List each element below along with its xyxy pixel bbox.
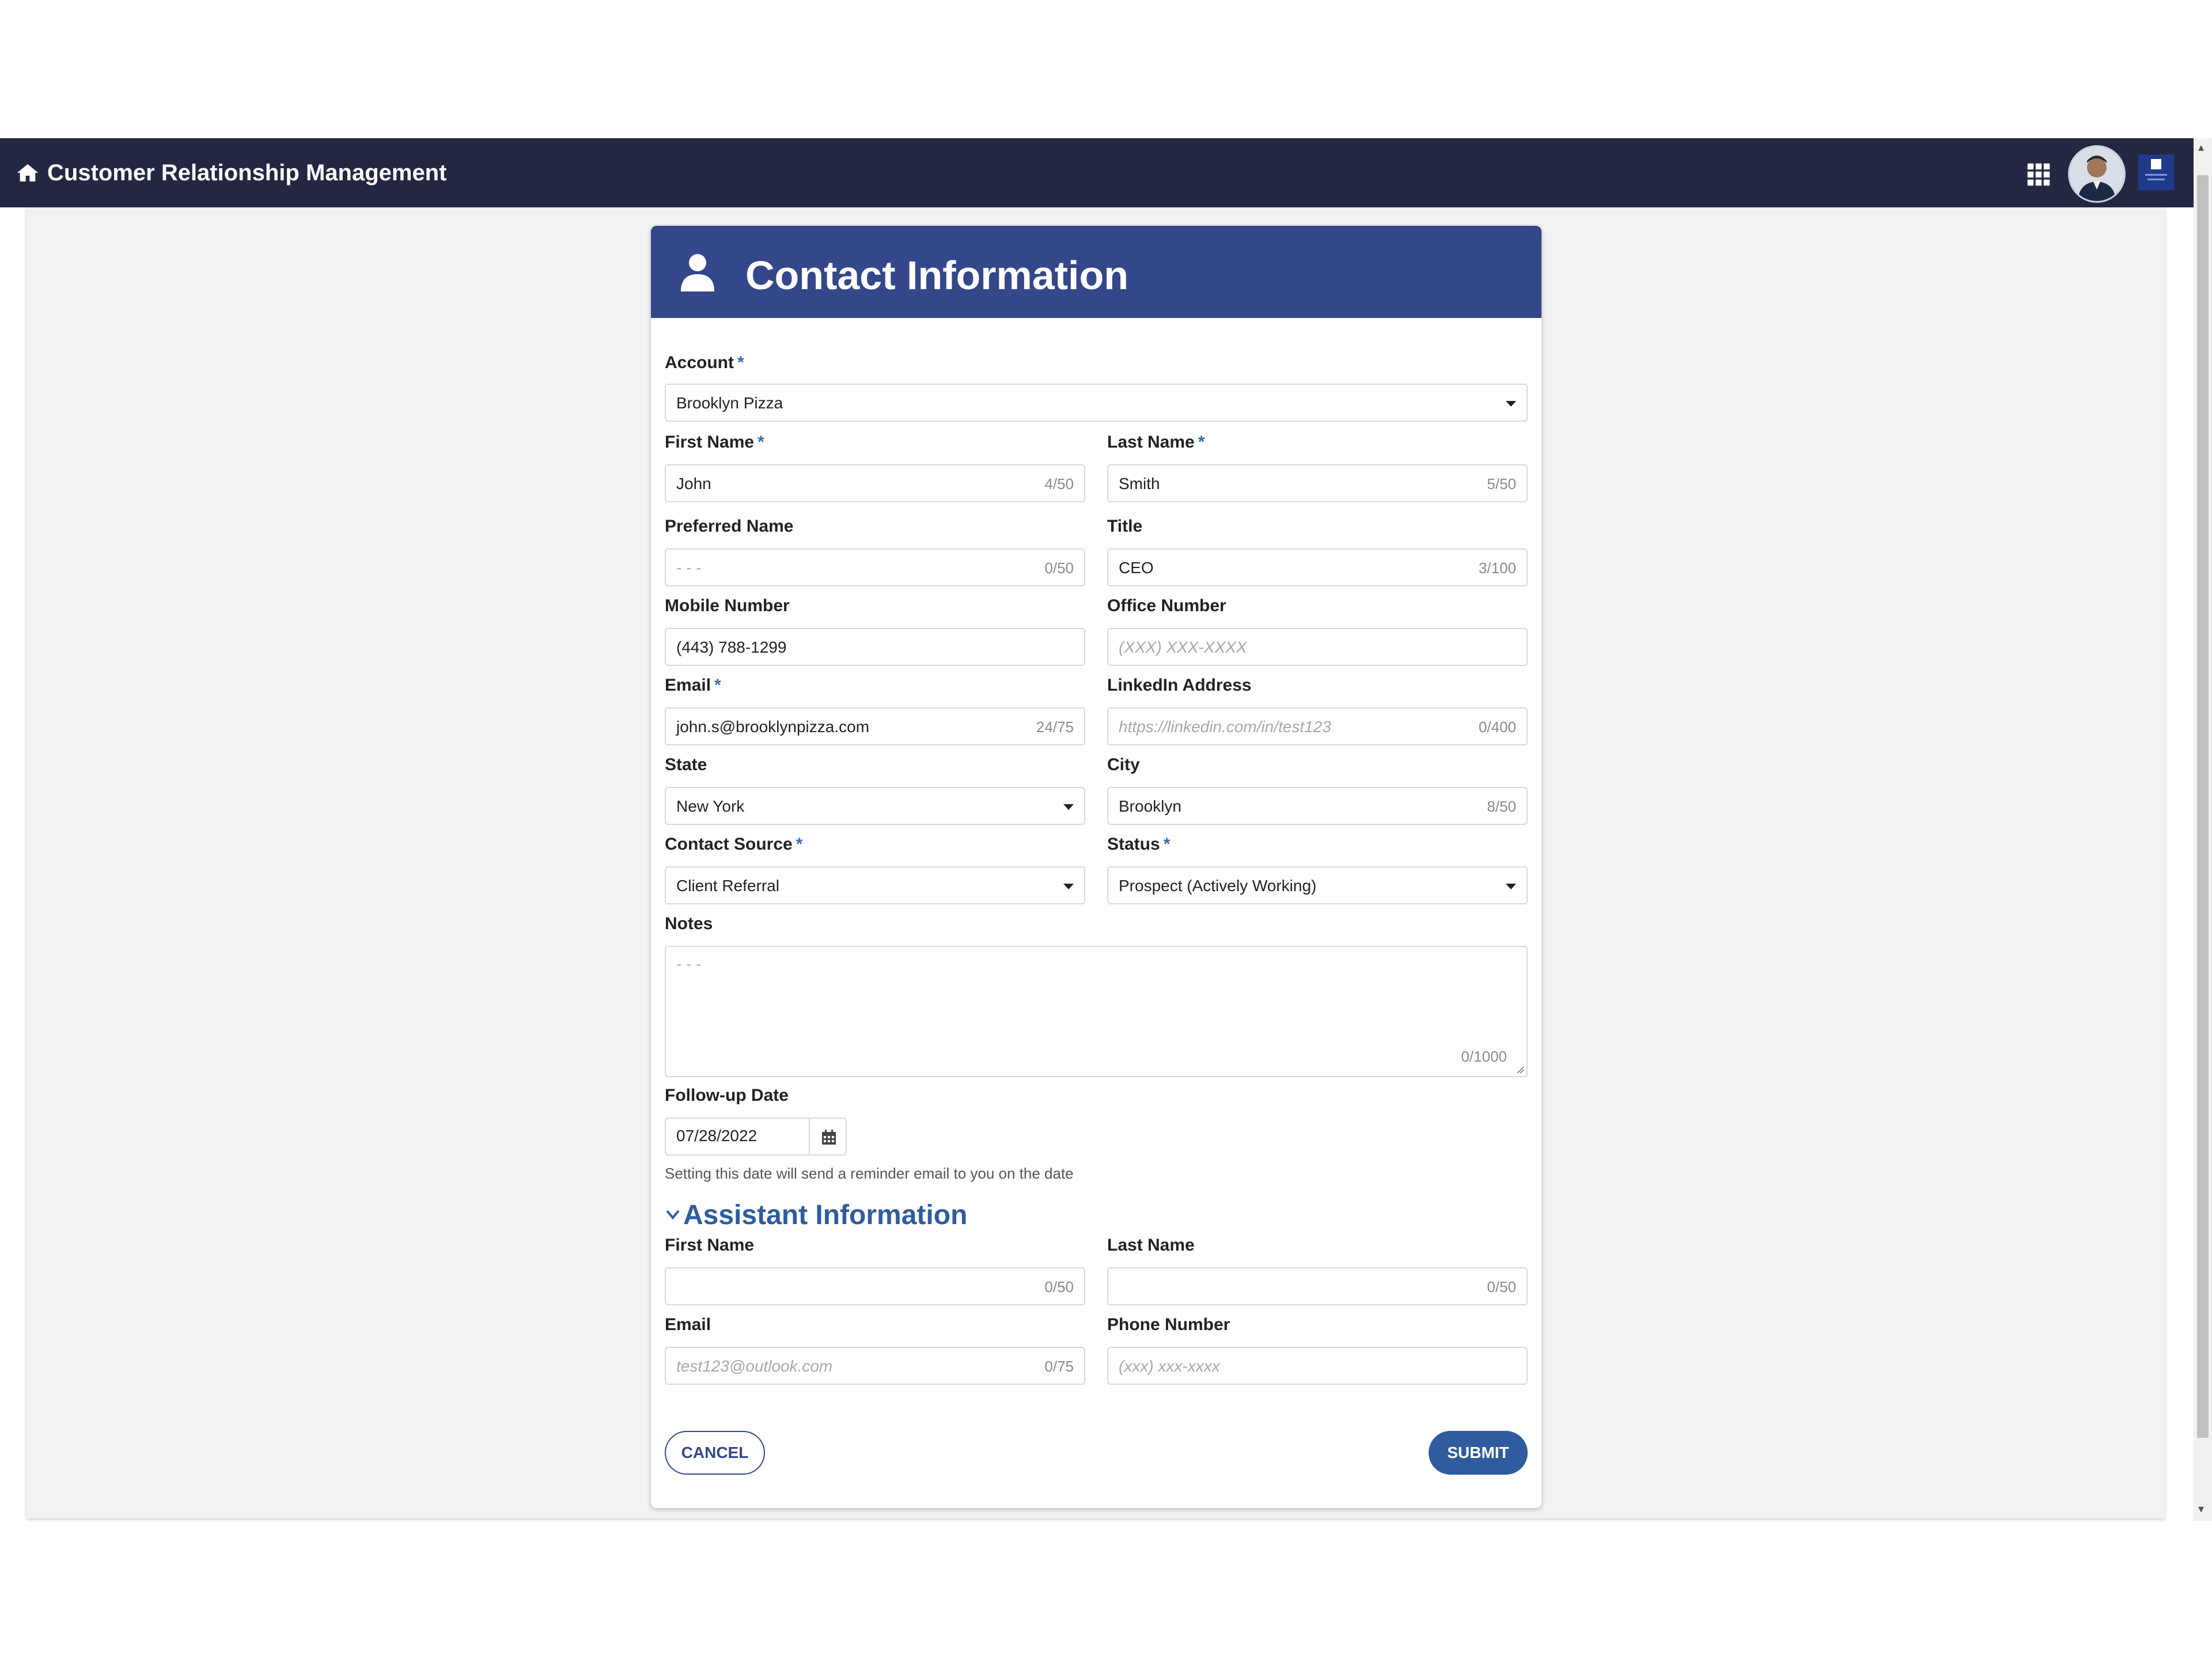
- user-avatar-image: [2078, 156, 2116, 201]
- char-counter: 0/1000: [1461, 1048, 1507, 1065]
- status-select[interactable]: Prospect (Actively Working): [1107, 866, 1528, 904]
- followup-date-input[interactable]: 07/28/2022: [665, 1118, 810, 1156]
- title-input[interactable]: CEO 3/100: [1107, 548, 1528, 586]
- notes-textarea[interactable]: - - - 0/1000: [665, 946, 1528, 1077]
- last-name-value: Smith: [1119, 475, 1160, 493]
- first-name-label: First Name *: [665, 433, 764, 452]
- scroll-up-arrow-icon[interactable]: ▴: [2198, 142, 2207, 153]
- state-select[interactable]: New York: [665, 787, 1085, 825]
- char-counter: 3/100: [1478, 559, 1516, 577]
- email-input[interactable]: john.s@brooklynpizza.com 24/75: [665, 707, 1085, 745]
- mobile-number-label: Mobile Number: [665, 596, 790, 615]
- required-marker: *: [737, 353, 744, 372]
- followup-date-value: 07/28/2022: [676, 1127, 757, 1145]
- calendar-button[interactable]: [809, 1118, 847, 1156]
- cancel-button[interactable]: CANCEL: [665, 1431, 765, 1475]
- brand-logo[interactable]: [2138, 154, 2174, 190]
- scroll-down-arrow-icon[interactable]: ▾: [2198, 1503, 2207, 1515]
- calendar-icon: [822, 1130, 836, 1145]
- card-title: Contact Information: [745, 253, 1128, 298]
- first-name-input[interactable]: John 4/50: [665, 464, 1085, 502]
- page: Customer Relationship Management ▴ ▾ Con…: [0, 0, 2212, 1659]
- char-counter: 0/50: [1044, 1278, 1074, 1296]
- assistant-phone-input[interactable]: (xxx) xxx-xxxx: [1107, 1347, 1528, 1385]
- state-label: State: [665, 755, 707, 774]
- assistant-section-title: Assistant Information: [683, 1200, 968, 1230]
- mobile-number-value: (443) 788-1299: [676, 638, 787, 656]
- page-scrollbar[interactable]: ▴ ▾: [2194, 138, 2212, 1521]
- assistant-first-name-input[interactable]: 0/50: [665, 1267, 1085, 1305]
- state-value: New York: [676, 797, 745, 815]
- contact-source-value: Client Referral: [676, 877, 779, 895]
- title-value: CEO: [1119, 559, 1154, 577]
- notes-label: Notes: [665, 914, 713, 933]
- assistant-email-input[interactable]: test123@outlook.com 0/75: [665, 1347, 1085, 1385]
- email-label: Email *: [665, 676, 721, 695]
- preferred-name-input[interactable]: - - - 0/50: [665, 548, 1085, 586]
- top-nav-bar: Customer Relationship Management: [0, 138, 2194, 207]
- notes-placeholder: - - -: [676, 955, 702, 973]
- card-header: Contact Information: [651, 226, 1541, 318]
- contact-form-card: Contact Information Account * Brooklyn Pi…: [651, 226, 1541, 1508]
- caret-down-icon: [1506, 884, 1516, 889]
- assistant-email-label: Email: [665, 1315, 711, 1334]
- email-value: john.s@brooklynpizza.com: [676, 718, 870, 736]
- office-number-input[interactable]: (XXX) XXX-XXXX: [1107, 628, 1528, 666]
- char-counter: 0/50: [1044, 559, 1074, 577]
- office-number-label: Office Number: [1107, 596, 1226, 615]
- caret-down-icon: [1506, 401, 1516, 407]
- resize-handle-icon[interactable]: [1516, 1066, 1524, 1074]
- char-counter: 8/50: [1487, 798, 1516, 815]
- status-value: Prospect (Actively Working): [1119, 877, 1317, 895]
- scrollbar-thumb[interactable]: [2197, 175, 2209, 1438]
- home-icon[interactable]: [16, 161, 39, 184]
- office-number-placeholder: (XXX) XXX-XXXX: [1119, 638, 1247, 656]
- linkedin-label: LinkedIn Address: [1107, 676, 1252, 695]
- account-select[interactable]: Brooklyn Pizza: [665, 384, 1528, 422]
- user-avatar[interactable]: [2068, 145, 2126, 203]
- first-name-value: John: [676, 475, 711, 493]
- last-name-label: Last Name *: [1107, 433, 1205, 452]
- char-counter: 5/50: [1487, 475, 1516, 493]
- followup-hint: Setting this date will send a reminder e…: [665, 1165, 1074, 1182]
- char-counter: 0/50: [1487, 1278, 1516, 1296]
- city-value: Brooklyn: [1119, 797, 1181, 815]
- status-label: Status *: [1107, 835, 1171, 854]
- city-label: City: [1107, 755, 1140, 774]
- contact-source-label: Contact Source *: [665, 835, 803, 854]
- chevron-down-icon: [666, 1210, 680, 1220]
- assistant-last-name-input[interactable]: 0/50: [1107, 1267, 1528, 1305]
- apps-grid-icon[interactable]: [2027, 162, 2051, 187]
- preferred-name-label: Preferred Name: [665, 517, 794, 536]
- caret-down-icon: [1063, 884, 1074, 889]
- caret-down-icon: [1063, 804, 1074, 810]
- char-counter: 24/75: [1036, 718, 1074, 736]
- account-label: Account *: [665, 353, 744, 372]
- last-name-input[interactable]: Smith 5/50: [1107, 464, 1528, 502]
- assistant-last-name-label: Last Name: [1107, 1236, 1195, 1255]
- submit-button[interactable]: SUBMIT: [1429, 1431, 1528, 1475]
- preferred-name-placeholder: - - -: [676, 559, 702, 577]
- char-counter: 4/50: [1044, 475, 1074, 493]
- linkedin-input[interactable]: https://linkedin.com/in/test123 0/400: [1107, 707, 1528, 745]
- char-counter: 0/75: [1044, 1358, 1074, 1375]
- char-counter: 0/400: [1478, 718, 1516, 736]
- assistant-first-name-label: First Name: [665, 1236, 755, 1255]
- account-value: Brooklyn Pizza: [676, 394, 783, 412]
- followup-date-label: Follow-up Date: [665, 1086, 789, 1105]
- assistant-email-placeholder: test123@outlook.com: [676, 1357, 833, 1375]
- assistant-phone-label: Phone Number: [1107, 1315, 1230, 1334]
- contact-source-select[interactable]: Client Referral: [665, 866, 1085, 904]
- mobile-number-input[interactable]: (443) 788-1299: [665, 628, 1085, 666]
- title-label: Title: [1107, 517, 1143, 536]
- city-input[interactable]: Brooklyn 8/50: [1107, 787, 1528, 825]
- app-title: Customer Relationship Management: [47, 160, 447, 185]
- assistant-phone-placeholder: (xxx) xxx-xxxx: [1119, 1357, 1220, 1375]
- linkedin-placeholder: https://linkedin.com/in/test123: [1119, 718, 1331, 736]
- person-icon: [681, 254, 714, 291]
